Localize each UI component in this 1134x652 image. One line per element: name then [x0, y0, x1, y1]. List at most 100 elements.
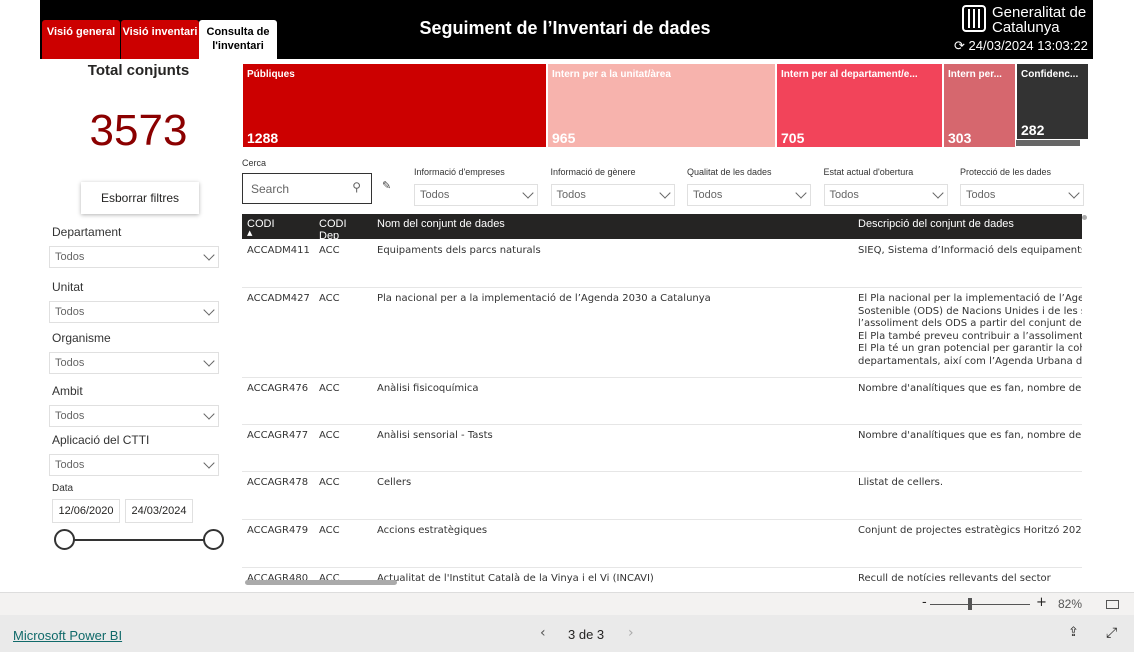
share-icon[interactable]: ⇪	[1068, 625, 1079, 640]
table-cell: Anàlisi sensorial - Tasts	[377, 430, 493, 441]
treemap-tile[interactable]: Intern per... 303	[943, 63, 1016, 148]
filter-label: Estat actual d'obertura	[823, 167, 914, 177]
column-header[interactable]: Nom del conjunt de dades	[372, 214, 853, 239]
previous-page-icon[interactable]: ‹	[540, 625, 546, 641]
filter-dropdown[interactable]: Todos	[960, 184, 1084, 206]
search-input[interactable]: Search ⚲	[242, 173, 372, 204]
filter-dropdown[interactable]: Todos	[550, 184, 675, 206]
treemap-label: Intern per...	[948, 69, 1002, 80]
chevron-down-icon	[658, 187, 671, 199]
tab-consulta-inventari[interactable]: Consulta de l'inventari	[199, 20, 277, 59]
fit-to-page-icon[interactable]	[1106, 600, 1119, 609]
fullscreen-icon[interactable]: ⤢	[1106, 625, 1117, 641]
table-cell: Nombre d'analítiques que es fan, nombre …	[858, 430, 1082, 441]
slicer-label: Aplicació del CTTI	[52, 433, 150, 447]
table-cell: Conjunt de projectes estratègics Horitzó…	[858, 525, 1082, 536]
slicer-value: Todos	[55, 251, 85, 263]
table-cell: ACCAGR476	[247, 383, 309, 394]
chevron-down-icon	[203, 249, 215, 261]
slicer-dropdown[interactable]: Todos	[49, 352, 219, 374]
filter-label: Qualitat de les dades	[687, 167, 772, 177]
table-cell: ACC	[319, 383, 340, 394]
table-horizontal-scrollbar[interactable]	[245, 580, 397, 585]
table-row[interactable]: ACCADM427 ACC Pla nacional per a la implem…	[242, 288, 1082, 378]
last-refresh: ⟳ 24/03/2024 13:03:22	[954, 38, 1088, 54]
report-canvas: Visió general Visió inventari Consulta d…	[40, 0, 1093, 591]
date-slider-start-handle[interactable]	[54, 529, 75, 550]
filter-label: Informació d'empreses	[414, 167, 505, 177]
treemap-scrollbar[interactable]	[1016, 140, 1080, 146]
treemap-tile[interactable]: Intern per a la unitat/àrea 965	[547, 63, 776, 148]
total-label: Total conjunts	[87, 62, 190, 79]
power-bi-link[interactable]: Microsoft Power BI	[13, 628, 122, 643]
slicer-value: Todos	[55, 459, 85, 471]
treemap-tile[interactable]: Públiques 1288	[242, 63, 547, 148]
slicer-dropdown[interactable]: Todos	[49, 405, 219, 427]
chevron-down-icon	[203, 457, 215, 469]
total-value: 3573	[89, 106, 188, 155]
next-page-icon[interactable]: ›	[628, 625, 634, 641]
table-row[interactable]: ACCAGR479 ACC Accions estratègiques Conjunt…	[242, 520, 1082, 568]
column-header[interactable]: CODI	[242, 214, 314, 239]
report-header: Visió general Visió inventari Consulta d…	[40, 0, 1093, 59]
slicer-dropdown[interactable]: Todos	[49, 301, 219, 323]
table-cell: Cellers	[377, 477, 412, 488]
treemap-value: 705	[781, 130, 805, 146]
slicer-dropdown[interactable]: Todos	[49, 246, 219, 268]
filter-dropdown[interactable]: Todos	[687, 184, 811, 206]
zoom-slider-handle[interactable]	[968, 598, 972, 610]
zoom-level: 82%	[1058, 597, 1083, 611]
table-row[interactable]: ACCAGR478 ACC Cellers Llistat de cellers.	[242, 472, 1082, 520]
table-cell: Pla nacional per a la implementació de l…	[377, 293, 711, 304]
table-cell: El Pla nacional per la implementació de …	[858, 293, 1082, 367]
column-header[interactable]: Descripció del conjunt de dades	[853, 214, 1082, 239]
treemap-tile[interactable]: Confidenc... 282	[1016, 63, 1089, 140]
table-cell: ACCAGR479	[247, 525, 309, 536]
table-row[interactable]: ACCAGR476 ACC Anàlisi fisicoquímica Nombre …	[242, 378, 1082, 425]
date-from-input[interactable]: 12/06/2020	[52, 499, 120, 523]
treemap-value: 303	[948, 130, 972, 146]
table-row[interactable]: ACCADM411 ACC Equipaments dels parcs natur…	[242, 240, 1082, 288]
table-cell: Equipaments dels parcs naturals	[377, 245, 541, 256]
treemap-value: 1288	[247, 130, 279, 146]
zoom-out-button[interactable]: -	[922, 595, 927, 610]
tab-visio-general[interactable]: Visió general	[42, 20, 120, 59]
refresh-datetime: 24/03/2024 13:03:22	[968, 38, 1088, 53]
date-label: Data	[52, 483, 74, 494]
filter-dropdown[interactable]: Todos	[823, 184, 948, 206]
sort-ascending-icon: ▲	[247, 229, 253, 237]
slicer-dropdown[interactable]: Todos	[49, 454, 219, 476]
chevron-down-icon	[795, 187, 807, 199]
tab-visio-inventari[interactable]: Visió inventari	[121, 20, 199, 59]
generalitat-logo-icon	[962, 5, 986, 32]
filter-dropdown[interactable]: Todos	[414, 184, 538, 206]
filter-value: Todos	[829, 189, 859, 201]
treemap-label: Intern per a la unitat/àrea	[552, 69, 671, 80]
date-slider-end-handle[interactable]	[203, 529, 224, 550]
slicer-value: Todos	[55, 306, 85, 318]
slicer-label: Ambit	[52, 384, 83, 398]
column-header[interactable]: CODI Dep	[314, 214, 372, 242]
table-cell: ACCADM427	[247, 293, 310, 304]
zoom-slider[interactable]	[930, 604, 1030, 605]
slicer-value: Todos	[55, 410, 85, 422]
chevron-down-icon	[203, 408, 215, 420]
chevron-down-icon	[1068, 187, 1080, 199]
page-indicator: 3 de 3	[568, 627, 605, 642]
table-cell: ACCADM411	[247, 245, 310, 256]
table-cell: Accions estratègiques	[377, 525, 488, 536]
search-icon: ⚲	[352, 180, 361, 194]
treemap-label: Intern per al departament/e...	[781, 69, 918, 80]
table-vertical-scrollbar[interactable]	[1082, 215, 1087, 220]
date-to-input[interactable]: 24/03/2024	[125, 499, 193, 523]
clear-filters-button[interactable]: Esborrar filtres	[81, 182, 199, 214]
total-card: Total conjunts 3573	[40, 60, 237, 177]
table-row[interactable]: ACCAGR477 ACC Anàlisi sensorial - Tasts Nom…	[242, 425, 1082, 472]
table-cell: ACC	[319, 293, 340, 304]
table-cell: Recull de notícies rellevants del sector	[858, 573, 1051, 584]
zoom-in-button[interactable]: +	[1036, 595, 1047, 610]
date-slider-track	[64, 539, 214, 541]
eraser-icon[interactable]: ✎	[382, 179, 391, 192]
zoom-bar: - + 82%	[0, 592, 1134, 615]
treemap-tile[interactable]: Intern per al departament/e... 705	[776, 63, 943, 148]
